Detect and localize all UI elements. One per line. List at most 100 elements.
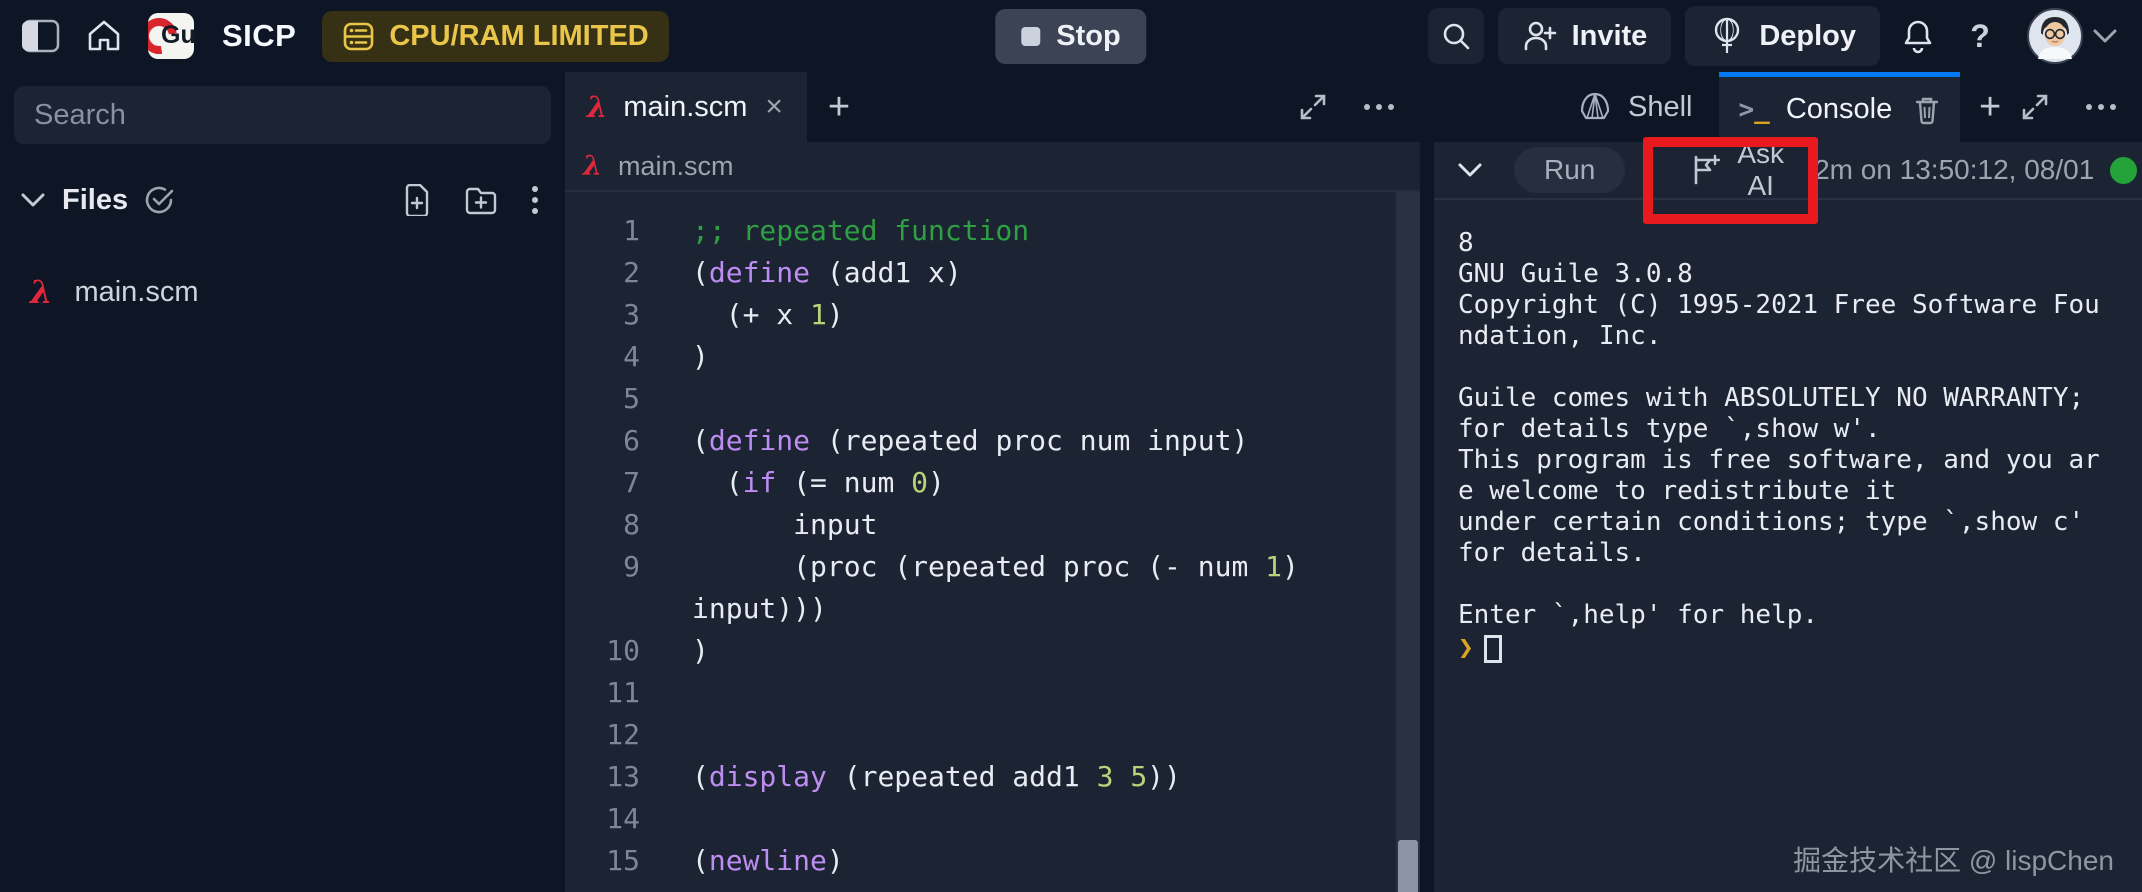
ellipsis-icon [1362,103,1396,111]
files-menu-button[interactable] [531,184,539,216]
line-number: 3 [565,294,640,336]
line-number: 5 [565,378,640,420]
clear-console-button[interactable] [1914,95,1940,125]
resource-badge-label: CPU/RAM LIMITED [389,20,648,53]
breadcrumb[interactable]: λ main.scm [565,142,1420,192]
resource-limit-badge[interactable]: CPU/RAM LIMITED [322,11,668,62]
topbar: Gu SICP CPU/RAM LIMITED Stop Invite [0,0,2142,72]
trash-icon [1914,95,1940,125]
stop-square-icon [1021,27,1040,46]
tab-main-scm[interactable]: λ main.scm × [565,72,807,142]
file-plus-icon [403,184,431,216]
expand-icon [2020,92,2050,122]
code-text: (newline) [640,840,844,882]
new-folder-button[interactable] [465,185,497,215]
code-line: 5 [565,378,1420,420]
folder-plus-icon [465,185,497,215]
ellipsis-icon [2084,103,2118,111]
console-output[interactable]: 8GNU Guile 3.0.8Copyright (C) 1995-2021 … [1434,200,2142,892]
console-line: 8 [1458,228,2142,259]
shell-tab-label: Shell [1628,91,1693,124]
question-mark-icon: ? [1970,18,1990,55]
line-number: 11 [565,672,640,714]
console-menu-button[interactable] [2084,103,2118,111]
account-menu[interactable] [2026,7,2118,65]
close-tab-button[interactable]: × [763,90,785,124]
code-text: (proc (repeated proc (- num 1) [640,546,1299,588]
editor-scrollbar[interactable] [1396,192,1420,892]
run-options-button[interactable] [1456,160,1484,180]
console-lines: 8GNU Guile 3.0.8Copyright (C) 1995-2021 … [1458,228,2142,631]
files-header: Files [0,174,565,226]
line-number: 4 [565,336,640,378]
run-status-time: 2m on 13:50:12, 08/01 [1814,154,2094,186]
stop-button-label: Stop [1056,20,1120,53]
server-icon [342,20,375,53]
console-tab-label: Console [1786,93,1892,126]
guile-logo[interactable]: Gu [148,13,194,59]
console-line: ndation, Inc. [1458,321,2142,352]
prompt-icon: ❯ [1458,633,1474,664]
run-button[interactable]: Run [1514,147,1625,193]
new-file-button[interactable] [403,184,431,216]
editor-tabstrip: λ main.scm × + [565,72,1420,142]
lambda-icon: λ [587,93,607,122]
code-lines: 1;; repeated function2(define (add1 x)3 … [565,210,1420,882]
console-line: for details type `,show w'. [1458,414,2142,445]
home-icon [86,19,122,53]
console-line: for details. [1458,538,2142,569]
line-number: 2 [565,252,640,294]
notifications-button[interactable] [1894,8,1942,64]
editor-menu-button[interactable] [1362,103,1396,111]
deploy-balloon-icon [1709,17,1745,55]
line-number: 9 [565,546,640,588]
stop-button[interactable]: Stop [995,9,1146,64]
home-button[interactable] [86,19,122,53]
file-item-main-scm[interactable]: λ main.scm [0,266,565,318]
deploy-button[interactable]: Deploy [1685,6,1880,66]
code-line: 13(display (repeated add1 3 5)) [565,756,1420,798]
code-text [640,672,692,714]
code-line: 15(newline) [565,840,1420,882]
console-line: GNU Guile 3.0.8 [1458,259,2142,290]
lambda-icon: λ [583,153,602,180]
panel-layout-icon [22,19,60,53]
check-circle-icon [144,185,174,215]
shell-icon [1578,91,1612,123]
search-button[interactable] [1428,8,1484,64]
new-editor-tab-button[interactable]: + [807,72,871,142]
editor-panel: λ main.scm × + λ main. [565,72,1420,892]
expand-console-button[interactable] [2020,92,2050,122]
tab-shell[interactable]: Shell [1552,72,1719,142]
lambda-icon: λ [30,276,52,308]
chevron-down-icon[interactable] [20,191,46,209]
expand-icon [1298,92,1328,122]
code-line: 8 input [565,504,1420,546]
chevron-down-icon [2092,27,2118,45]
console-line: e welcome to redistribute it [1458,476,2142,507]
line-number: 7 [565,462,640,504]
search-input[interactable] [34,99,531,132]
terminal-cursor [1484,635,1502,663]
console-prompt-line[interactable]: ❯ [1458,633,2142,664]
sidebar-search[interactable] [14,86,551,144]
logo-text: Gu [161,21,194,50]
code-editor[interactable]: 1;; repeated function2(define (add1 x)3 … [565,192,1420,892]
scrollbar-thumb[interactable] [1398,840,1418,892]
ask-ai-button[interactable]: Ask AI [1691,138,1784,202]
breadcrumb-file: main.scm [618,151,734,182]
sidebar-toggle-button[interactable] [22,19,60,53]
console-line: Copyright (C) 1995-2021 Free Software Fo… [1458,290,2142,321]
invite-button[interactable]: Invite [1498,8,1672,64]
person-plus-icon [1522,19,1558,53]
code-line: 10) [565,630,1420,672]
tab-console[interactable]: >_ Console [1719,72,1961,142]
new-console-tab-button[interactable]: + [1960,72,2020,142]
code-line: 12 [565,714,1420,756]
help-button[interactable]: ? [1956,8,2004,64]
expand-editor-button[interactable] [1298,92,1328,122]
terminal-prompt-icon: >_ [1739,95,1770,125]
chevron-down-icon [1456,160,1484,180]
code-text: input [640,504,877,546]
code-text [640,798,692,840]
